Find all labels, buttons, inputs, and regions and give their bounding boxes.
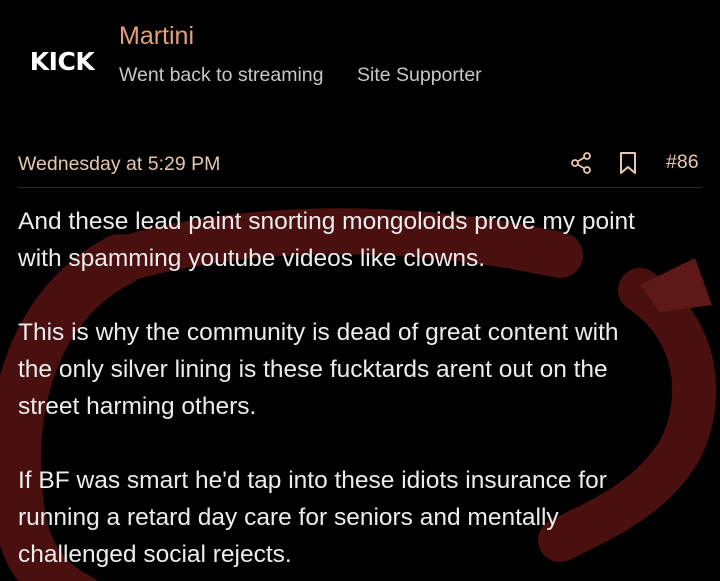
username-link[interactable]: Martini [119,21,194,51]
post-date-link[interactable]: Wednesday at 5:29 PM [18,151,220,177]
user-role-badge: Site Supporter [357,64,482,86]
post-paragraph: This is why the community is dead of gre… [18,319,619,420]
share-icon[interactable] [569,151,593,175]
user-status-text: Went back to streaming [119,64,324,86]
post-paragraph: And these lead paint snorting mongoloids… [18,208,635,272]
post-header-divider [18,187,702,188]
post-body: And these lead paint snorting mongoloids… [18,203,708,573]
post-number-link[interactable]: #86 [666,149,699,175]
bookmark-icon[interactable] [617,151,639,175]
post-page: KICK Martini Went back to streaming Site… [0,0,720,581]
kick-logo: KICK [29,46,95,76]
post-paragraph: If BF was smart he'd tap into these idio… [18,467,607,568]
avatar[interactable]: KICK [26,47,98,75]
